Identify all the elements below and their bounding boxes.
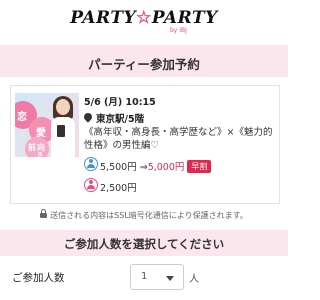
reservation-header: パーティー参加予約 xyxy=(0,45,288,77)
location-pin-icon xyxy=(82,111,94,123)
thumb-char: き xyxy=(37,152,44,157)
female-price: 2,500円 xyxy=(100,183,137,194)
thumb-char: 恋 xyxy=(17,112,27,123)
party-place-text: 東京駅/5階 xyxy=(96,114,145,125)
header: PARTY☆PARTY by IBJ xyxy=(0,0,288,44)
page-title: パーティー参加予約 xyxy=(88,57,200,72)
section-title: ご参加人数を選択してください xyxy=(63,237,225,251)
logo[interactable]: PARTY☆PARTY xyxy=(0,8,288,28)
participant-count-select[interactable]: 1 xyxy=(130,264,184,290)
lock-icon xyxy=(40,209,48,218)
thumb-char: 前 xyxy=(28,143,36,152)
caret-down-icon xyxy=(166,276,174,281)
thumb-char: 愛 xyxy=(36,128,46,139)
early-discount-badge: 早割 xyxy=(187,160,212,173)
price-arrow: ⇒ xyxy=(136,162,148,173)
party-place: 東京駅/5階 xyxy=(82,111,145,125)
male-icon xyxy=(84,157,98,171)
ssl-notice: 送信される内容はSSL暗号化通信により保護されます。 xyxy=(0,209,288,221)
party-title: 《高年収・高身長・高学歴など》×《魅力的性格》の男性編♡ xyxy=(84,127,273,151)
female-icon xyxy=(84,178,98,192)
party-thumbnail[interactable]: 恋 愛 前 向 き xyxy=(15,93,79,157)
ssl-notice-text: 送信される内容はSSL暗号化通信により保護されます。 xyxy=(50,211,248,220)
logo-sub: by IBJ xyxy=(170,27,187,34)
male-price-original: 5,500円 xyxy=(100,162,137,173)
logo-text-left: PARTY xyxy=(70,8,137,28)
party-card: 恋 愛 前 向 き 5/6 (月) 10:15 東京駅/5階 《高年収・高身長・… xyxy=(10,85,280,204)
participant-count-value: 1 xyxy=(141,271,148,282)
logo-text-right: PARTY xyxy=(151,8,218,28)
woman-photo xyxy=(49,95,77,157)
star-icon: ☆ xyxy=(136,8,152,28)
participants-header: ご参加人数を選択してください xyxy=(0,230,288,256)
male-price-discount: 5,000円 xyxy=(147,162,185,173)
male-price: 5,500円 ⇒5,000円 早割 xyxy=(100,159,212,174)
party-date: 5/6 (月) 10:15 xyxy=(84,97,156,108)
participant-unit: 人 xyxy=(189,274,199,285)
participant-count-label: ご参加人数 xyxy=(12,272,65,284)
